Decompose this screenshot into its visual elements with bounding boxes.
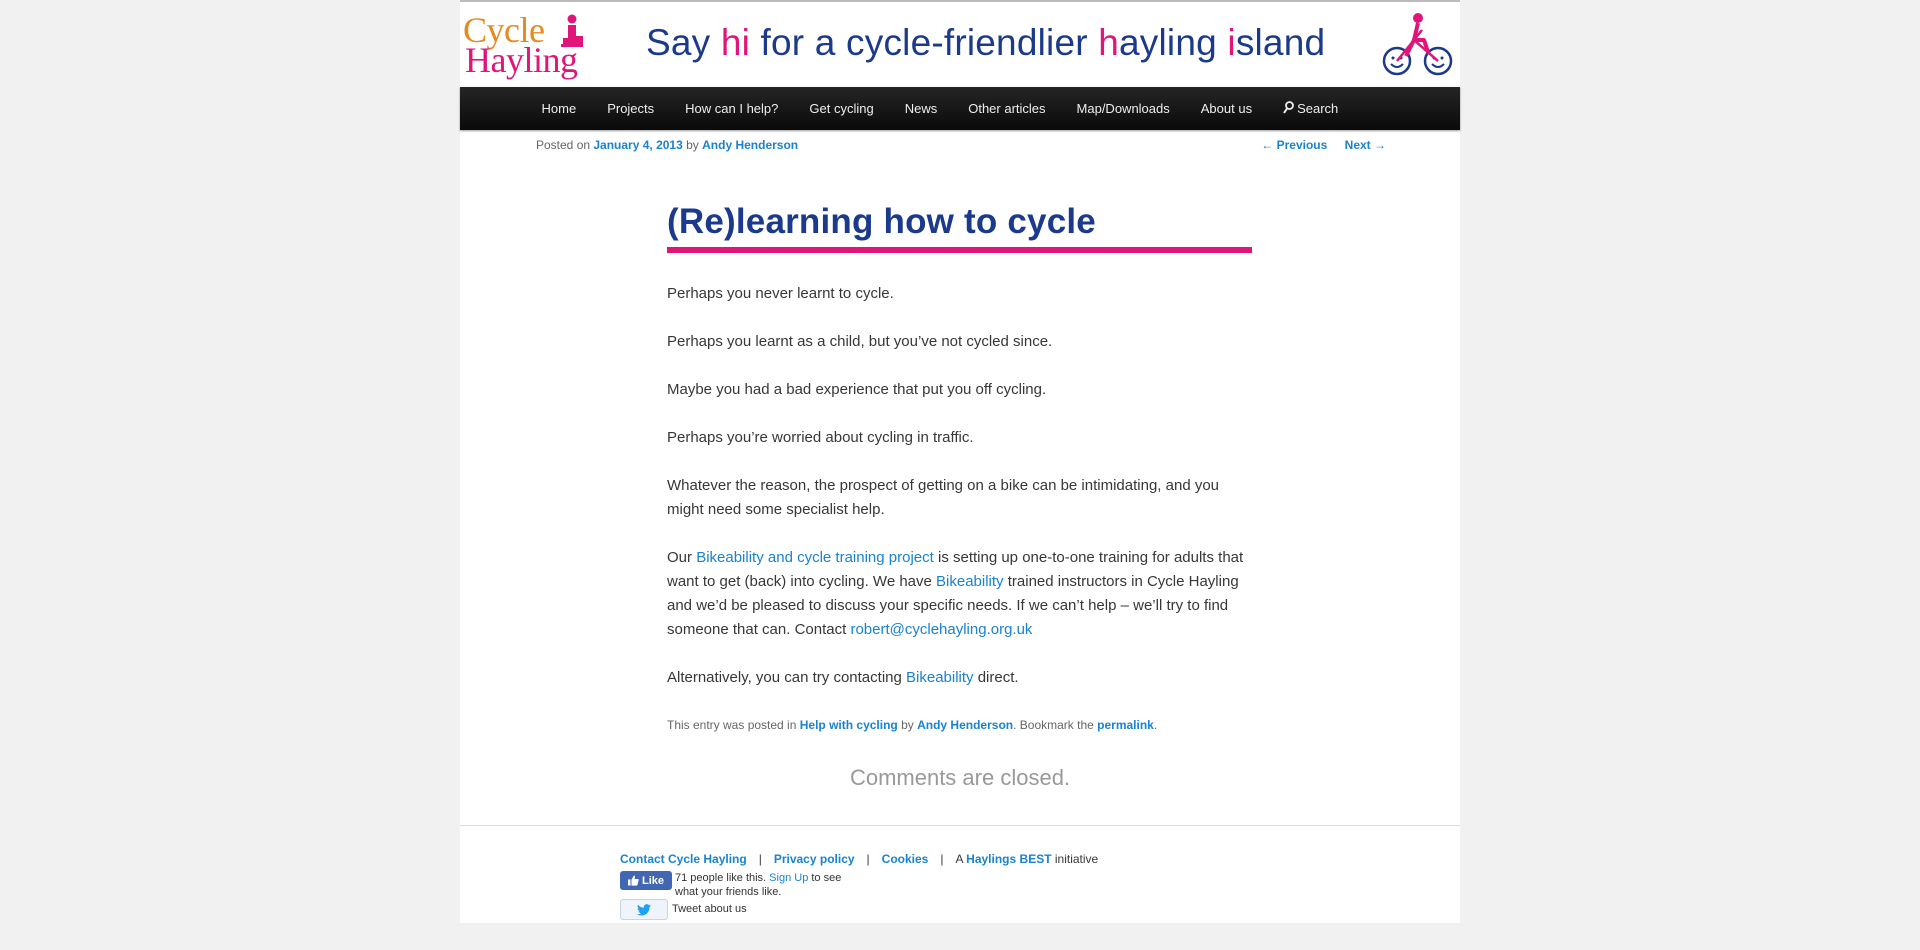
paragraph: Perhaps you learnt as a child, but you’v… [667, 333, 1053, 350]
haylings-best-link[interactable]: Haylings BEST [966, 852, 1051, 866]
email-link[interactable]: robert@cyclehayling.org.uk [850, 621, 1032, 638]
tweet-label: Tweet about us [672, 903, 747, 915]
paragraph: Perhaps you never learnt to cycle. [667, 285, 894, 302]
post-date-link[interactable]: January 4, 2013 [593, 138, 682, 152]
paragraph-text: Alternatively, you can try contacting [667, 669, 907, 686]
page-title: (Re)learning how to cycle [667, 202, 1252, 253]
footer-links: Contact Cycle Hayling | Privacy policy | Coo… [620, 852, 1098, 866]
paragraph-text: Our [667, 549, 697, 566]
nav-item-map-downloads[interactable]: Map/Downloads [1061, 87, 1185, 130]
entry-footer-text: by [897, 718, 918, 732]
site-tagline: Say hi for a cycle-friendlier hayling is… [646, 22, 1325, 64]
permalink-link[interactable]: permalink [1097, 718, 1154, 732]
entry-footer-text: . Bookmark the [1013, 718, 1098, 732]
site-logo[interactable]: Cycle Hayling [463, 10, 603, 80]
paragraph: Whatever the reason, the prospect of get… [667, 477, 1220, 518]
entry-content: Perhaps you never learnt to cycle. Perha… [667, 282, 1252, 714]
facebook-like-text: 71 people like this. Sign Up to see what… [675, 871, 855, 899]
footer-text: initiative [1051, 852, 1099, 866]
bicycle-smiley-icon [1382, 13, 1453, 76]
cookies-link[interactable]: Cookies [882, 852, 929, 866]
post-navigation: ← Previous Next → [1247, 138, 1386, 152]
posted-on-label: Posted on [536, 138, 594, 152]
by-label: by [682, 138, 703, 152]
next-post-link[interactable]: Next → [1345, 138, 1386, 152]
tagline-text: sland [1235, 22, 1326, 63]
separator: | [758, 852, 762, 866]
paragraph-text: direct. [973, 669, 1019, 686]
comments-closed-notice: Comments are closed. [849, 765, 1071, 790]
tweet-button[interactable] [620, 899, 668, 920]
author-link[interactable]: Andy Henderson [917, 718, 1013, 732]
author-link[interactable]: Andy Henderson [702, 138, 798, 152]
tagline-highlight: hi [720, 22, 751, 63]
bikeability-link[interactable]: Bikeability [936, 573, 1004, 590]
site-header: Cycle Hayling Say hi for a cycle-friendl… [460, 2, 1460, 86]
facebook-like-label: Like [641, 874, 664, 887]
nav-item-news[interactable]: News [889, 87, 953, 130]
nav-item-about-us[interactable]: About us [1185, 87, 1267, 130]
nav-item-how-can-i-help[interactable]: How can I help? [670, 87, 794, 130]
paragraph: Perhaps you’re worried about cycling in … [667, 429, 974, 446]
site-footer: Contact Cycle Hayling | Privacy policy | Coo… [460, 825, 1460, 926]
category-link[interactable]: Help with cycling [800, 718, 898, 732]
facebook-signup-link[interactable]: Sign Up [769, 872, 808, 884]
nav-item-get-cycling[interactable]: Get cycling [794, 87, 889, 130]
entry-footer-text: . [1153, 718, 1158, 732]
search-icon [1283, 101, 1294, 114]
nav-item-home[interactable]: Home [526, 87, 592, 130]
main-navigation: Home Projects How can I help? Get cyclin… [460, 87, 1460, 130]
footer-text: A [955, 852, 967, 866]
tagline-text: for a cycle-friendlier [750, 22, 1099, 63]
privacy-policy-link[interactable]: Privacy policy [774, 852, 855, 866]
bikeability-direct-link[interactable]: Bikeability [906, 669, 974, 686]
entry-meta: Posted on January 4, 2013 by Andy Hender… [536, 138, 798, 152]
entry-footer: This entry was posted in Help with cycli… [667, 718, 1157, 732]
tagline-highlight: h [1098, 22, 1120, 63]
tagline-highlight: i [1227, 22, 1236, 63]
bikeability-project-link[interactable]: Bikeability and cycle training project [696, 549, 934, 566]
facebook-count-text: 71 people like this. [675, 872, 770, 884]
search-label: Search [1297, 101, 1339, 116]
facebook-like-button[interactable]: Like [620, 871, 672, 890]
nav-item-search[interactable]: Search [1268, 87, 1354, 130]
cyclist-icon [561, 14, 583, 47]
tagline-text: Say [646, 22, 721, 63]
page: Cycle Hayling Say hi for a cycle-friendl… [460, 0, 1460, 923]
paragraph: Alternatively, you can try contacting Bi… [667, 666, 1252, 690]
thumbs-up-icon [627, 875, 639, 886]
tagline-text: ayling [1119, 22, 1228, 63]
paragraph: Our Bikeability and cycle training proje… [667, 546, 1252, 642]
separator: | [866, 852, 870, 866]
paragraph: Maybe you had a bad experience that put … [667, 381, 1047, 398]
entry-footer-text: This entry was posted in [667, 718, 800, 732]
nav-item-other-articles[interactable]: Other articles [953, 87, 1061, 130]
previous-post-link[interactable]: ← Previous [1261, 138, 1327, 152]
twitter-bird-icon [637, 903, 651, 916]
nav-item-projects[interactable]: Projects [592, 87, 670, 130]
contact-link[interactable]: Contact Cycle Hayling [620, 852, 747, 866]
separator: | [940, 852, 944, 866]
